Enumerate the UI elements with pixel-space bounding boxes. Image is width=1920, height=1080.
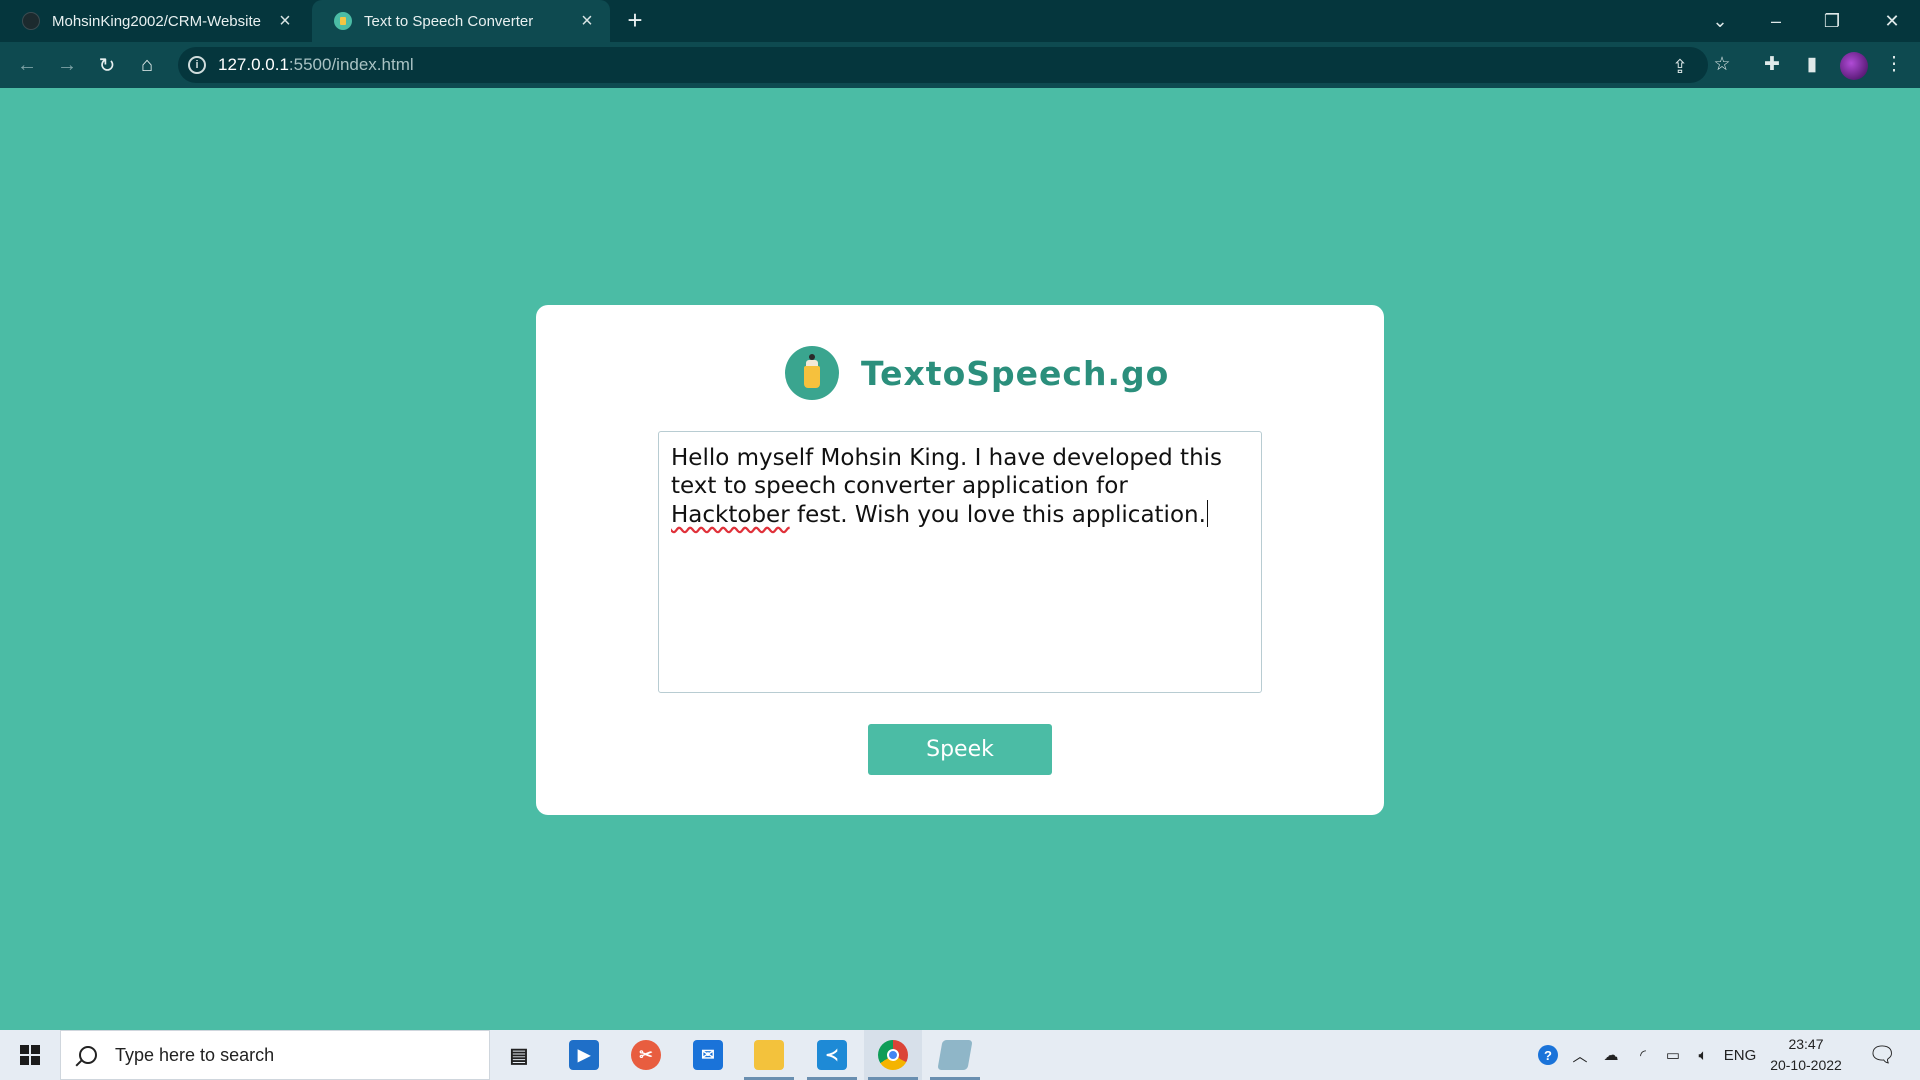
vs-code-icon[interactable]: ≺: [803, 1030, 861, 1080]
speaker-podium-logo-icon: [785, 346, 839, 400]
github-favicon-icon: [22, 12, 40, 30]
taskbar-search-box[interactable]: Type here to search: [60, 1030, 490, 1080]
address-bar[interactable]: i 127.0.0.1 :5500/index.html ⇪: [178, 47, 1708, 83]
tab-crm-website[interactable]: MohsinKing2002/CRM-Website ×: [0, 0, 308, 42]
menu-dots-icon[interactable]: ⋮: [1880, 50, 1908, 78]
forward-arrow-icon[interactable]: →: [50, 48, 84, 82]
tab-text-to-speech[interactable]: Text to Speech Converter ×: [312, 0, 610, 42]
close-tab-icon[interactable]: ×: [272, 8, 298, 34]
help-icon[interactable]: ?: [1532, 1030, 1564, 1080]
tab-title: MohsinKing2002/CRM-Website: [52, 12, 261, 30]
mail-icon[interactable]: ✉: [679, 1030, 737, 1080]
text-caret: [1206, 500, 1208, 527]
share-icon[interactable]: ⇪: [1666, 53, 1694, 81]
windows-taskbar: Type here to search ▤ ▶ ✂ ✉ ≺ ? ︿ ☁ ◜ ▭ …: [0, 1030, 1920, 1080]
extensions-puzzle-icon[interactable]: ✚: [1758, 50, 1786, 78]
home-icon[interactable]: ⌂: [130, 48, 164, 82]
tab-search-chevron-icon[interactable]: ⌄: [1692, 0, 1748, 42]
profile-avatar[interactable]: [1840, 52, 1868, 80]
minimize-icon[interactable]: –: [1748, 0, 1804, 42]
chrome-icon[interactable]: [864, 1030, 922, 1080]
clock-time: 23:47: [1788, 1036, 1824, 1052]
new-tab-button[interactable]: +: [622, 7, 648, 34]
url-path: :5500/index.html: [288, 55, 414, 74]
text-before: Hello myself Mohsin King. I have develop…: [671, 445, 1223, 499]
notes-app-icon[interactable]: [926, 1030, 984, 1080]
converter-card: TextoSpeech.go Hello myself Mohsin King.…: [536, 305, 1384, 815]
media-player-icon[interactable]: ▶: [555, 1030, 613, 1080]
battery-icon[interactable]: ▭: [1658, 1030, 1688, 1080]
onedrive-cloud-icon[interactable]: ☁: [1596, 1030, 1626, 1080]
browser-tabstrip: MohsinKing2002/CRM-Website × Text to Spe…: [0, 0, 1920, 42]
windows-logo-icon: [20, 1045, 40, 1065]
close-tab-icon[interactable]: ×: [574, 8, 600, 34]
wifi-icon[interactable]: ◜: [1628, 1030, 1658, 1080]
back-arrow-icon[interactable]: ←: [10, 48, 44, 82]
browser-toolbar: ← → ↻ ⌂ i 127.0.0.1 :5500/index.html ⇪ ☆…: [0, 42, 1920, 88]
clock-date: 20-10-2022: [1770, 1057, 1842, 1073]
restore-icon[interactable]: ❐: [1804, 0, 1860, 42]
language-indicator[interactable]: ENG: [1720, 1030, 1760, 1080]
search-icon: [79, 1046, 97, 1064]
site-info-icon[interactable]: i: [188, 56, 206, 74]
tab-title: Text to Speech Converter: [364, 12, 534, 30]
brand-title: TextoSpeech.go: [861, 353, 1170, 393]
app-favicon-icon: [334, 12, 352, 30]
volume-icon[interactable]: 🔈︎: [1688, 1030, 1718, 1080]
side-panel-icon[interactable]: ▮: [1798, 50, 1826, 78]
speech-text-input[interactable]: Hello myself Mohsin King. I have develop…: [658, 431, 1262, 693]
start-button[interactable]: [0, 1030, 60, 1080]
file-explorer-icon[interactable]: [740, 1030, 798, 1080]
snipping-tool-icon[interactable]: ✂: [617, 1030, 675, 1080]
close-window-icon[interactable]: ✕: [1864, 0, 1920, 42]
text-after: fest. Wish you love this application.: [789, 502, 1206, 528]
misspelled-word: Hacktober: [671, 502, 790, 528]
search-placeholder: Type here to search: [115, 1044, 275, 1065]
bookmark-star-icon[interactable]: ☆: [1708, 50, 1736, 78]
taskbar-clock[interactable]: 23:47 20-10-2022: [1764, 1034, 1848, 1076]
reload-icon[interactable]: ↻: [90, 48, 124, 82]
brand-header: TextoSpeech.go: [785, 345, 1169, 401]
notifications-icon[interactable]: 🗨︎: [1862, 1030, 1902, 1080]
url-host: 127.0.0.1: [218, 55, 289, 74]
tray-chevron-icon[interactable]: ︿: [1566, 1030, 1594, 1080]
task-view-icon[interactable]: ▤: [490, 1030, 548, 1080]
speak-button[interactable]: Speek: [868, 724, 1052, 775]
